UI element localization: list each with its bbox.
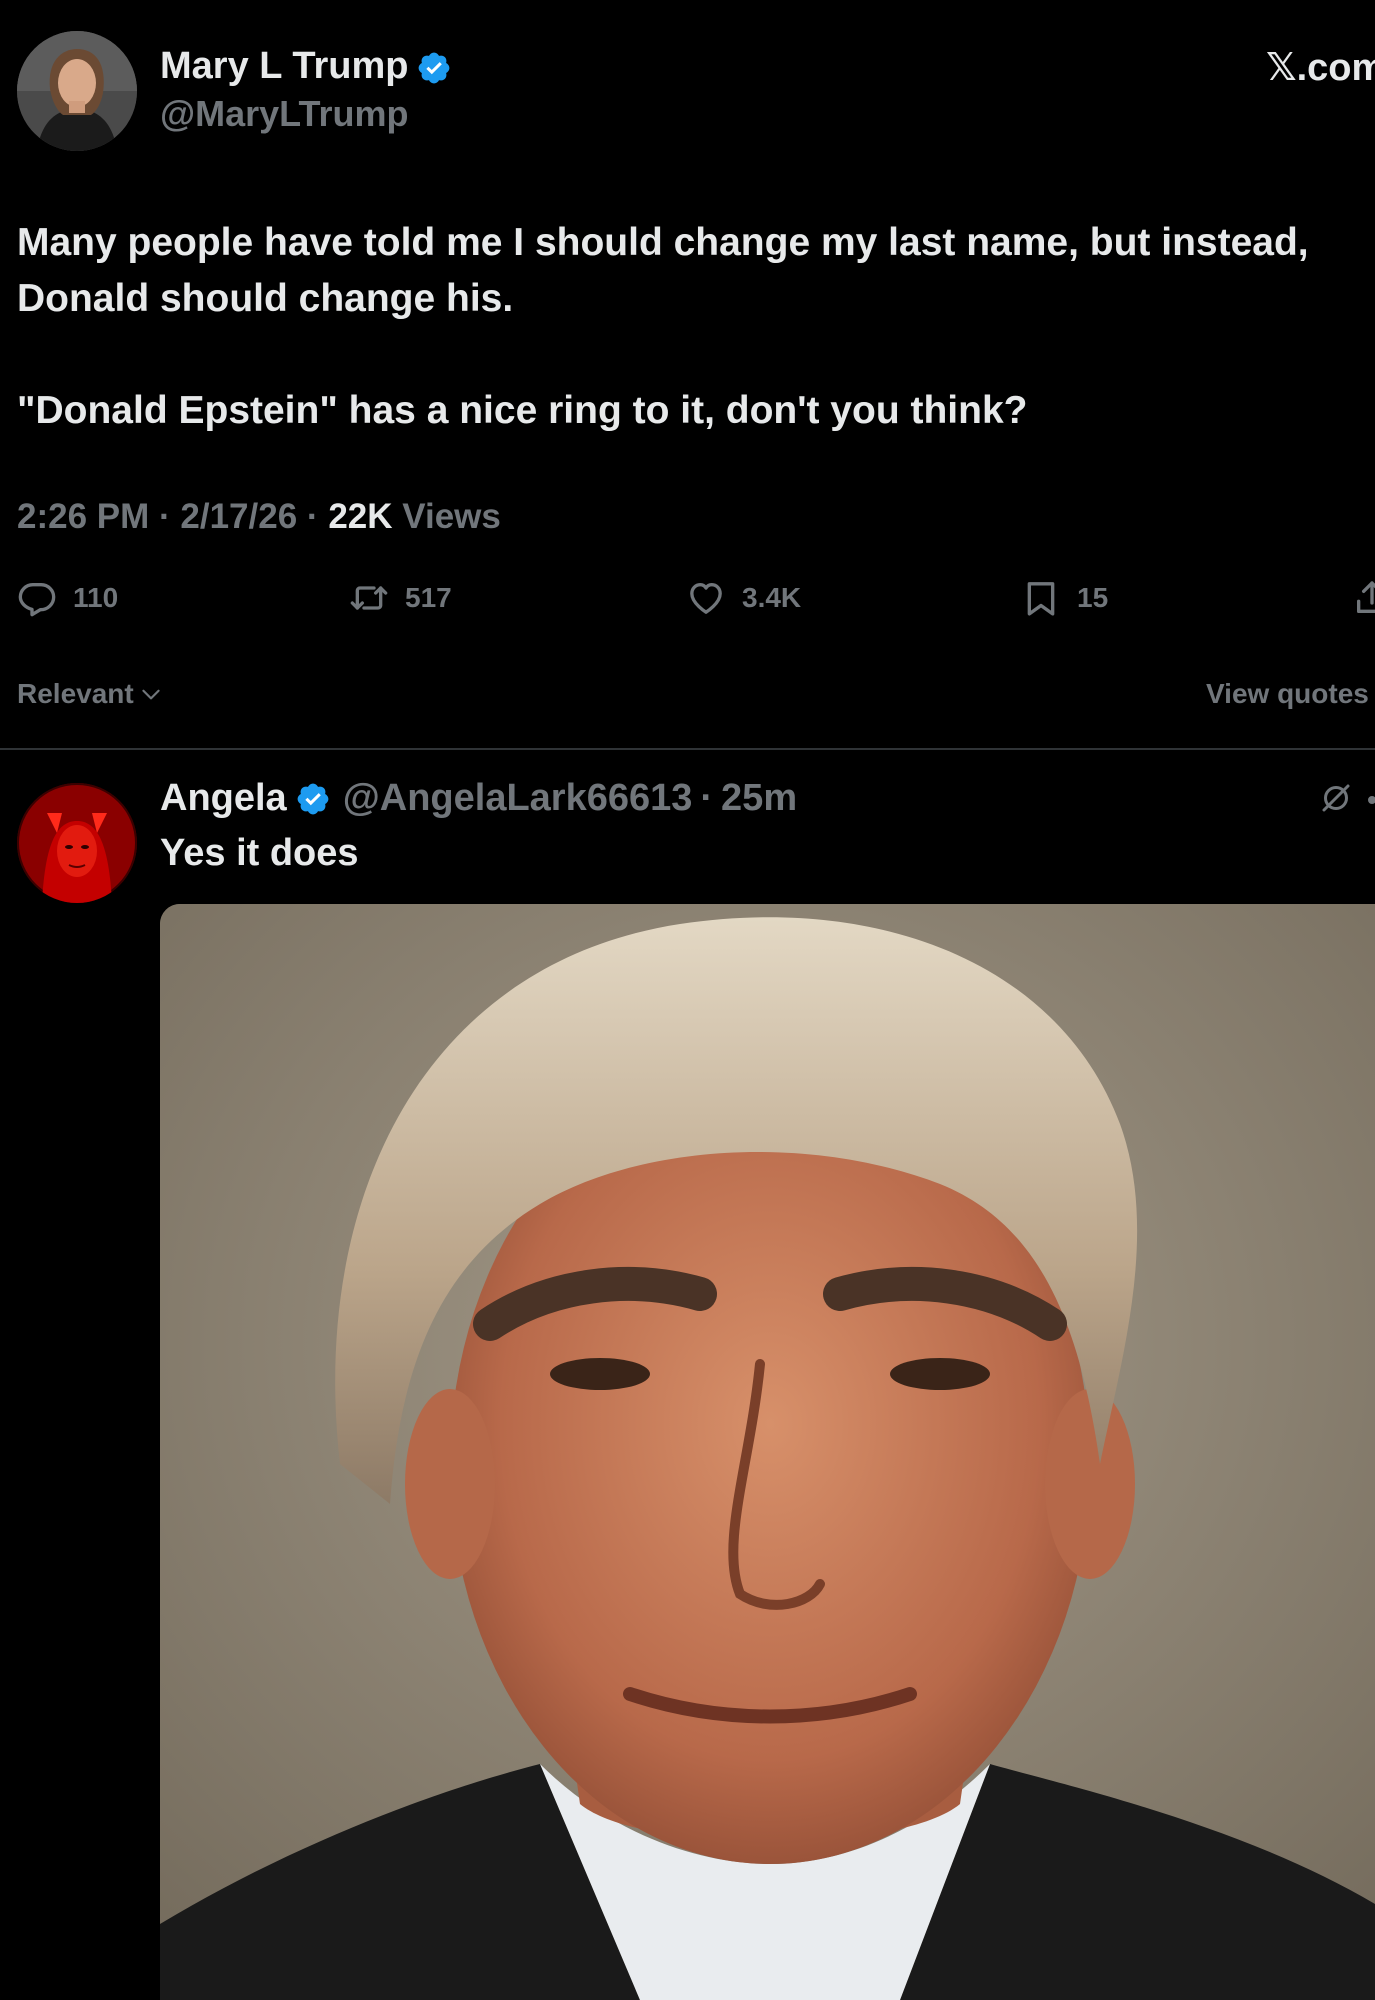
author-name[interactable]: Mary L Trump <box>160 45 408 87</box>
reply-media-image[interactable] <box>160 904 1375 2000</box>
reply-author-name[interactable]: Angela <box>160 777 287 820</box>
page: Mary L Trump @MaryLTrump 𝕏.com Many peop… <box>0 0 1375 2000</box>
repost-count: 517 <box>405 582 452 613</box>
post-text-line: "Donald Epstein" has a nice ring to it, … <box>17 389 1028 432</box>
post-actions: 110 517 3.4K 15 <box>0 570 1375 630</box>
post-text: Many people have told me I should change… <box>17 215 1375 439</box>
author-handle[interactable]: @MaryLTrump <box>160 93 408 135</box>
reply-button[interactable]: 110 <box>17 570 118 626</box>
post-header: Mary L Trump @MaryLTrump 𝕏.com <box>0 0 1375 160</box>
replies-sort-bar: Relevant View quotes <box>0 670 1375 720</box>
share-icon <box>1357 581 1375 613</box>
speech-bubble-icon <box>18 583 56 617</box>
author-name-row[interactable]: Mary L Trump <box>160 45 452 88</box>
share-button[interactable] <box>1352 570 1375 626</box>
post-text-line: Many people have told me I should change… <box>17 221 1309 264</box>
post-text-line: Donald should change his. <box>17 277 514 320</box>
sort-label: Relevant <box>17 678 134 709</box>
bookmark-count: 15 <box>1077 582 1109 613</box>
bookmark-icon <box>1027 582 1055 616</box>
meta-separator: · <box>159 497 171 536</box>
bookmark-button[interactable]: 15 <box>1021 570 1108 626</box>
reply-author-handle[interactable]: @AngelaLark66613 <box>343 777 693 820</box>
reply-author-avatar[interactable] <box>17 783 137 903</box>
like-count: 3.4K <box>742 582 802 613</box>
post-meta: 2:26 PM · 2/17/26 · 22K Views <box>17 497 501 537</box>
repost-button[interactable]: 517 <box>349 570 452 626</box>
verified-badge-icon <box>416 50 452 86</box>
meta-separator: · <box>700 777 714 819</box>
chevron-down-icon <box>142 689 160 700</box>
reply-text: Yes it does <box>160 832 359 874</box>
source-label: 𝕏.com <box>1266 47 1375 89</box>
grok-icon[interactable] <box>1318 780 1354 816</box>
post-date[interactable]: 2/17/26 <box>180 497 297 536</box>
author-avatar[interactable] <box>17 31 137 151</box>
meta-separator: · <box>306 497 319 536</box>
divider <box>0 748 1375 750</box>
reply-time[interactable]: 25m <box>721 777 797 820</box>
like-button[interactable]: 3.4K <box>686 570 801 626</box>
views-label: Views <box>402 497 501 536</box>
sort-dropdown[interactable]: Relevant <box>17 678 164 710</box>
reply-count: 110 <box>73 582 119 613</box>
view-quotes-link[interactable]: View quotes <box>1206 678 1369 710</box>
views-count: 22K <box>328 497 393 536</box>
more-options-icon[interactable] <box>1368 796 1375 804</box>
post-time[interactable]: 2:26 PM <box>17 497 149 536</box>
heart-icon <box>690 583 722 614</box>
repost-arrows-icon <box>350 586 388 610</box>
verified-badge-icon <box>295 781 331 817</box>
reply-header: Angela @AngelaLark66613 · 25m <box>160 777 797 820</box>
